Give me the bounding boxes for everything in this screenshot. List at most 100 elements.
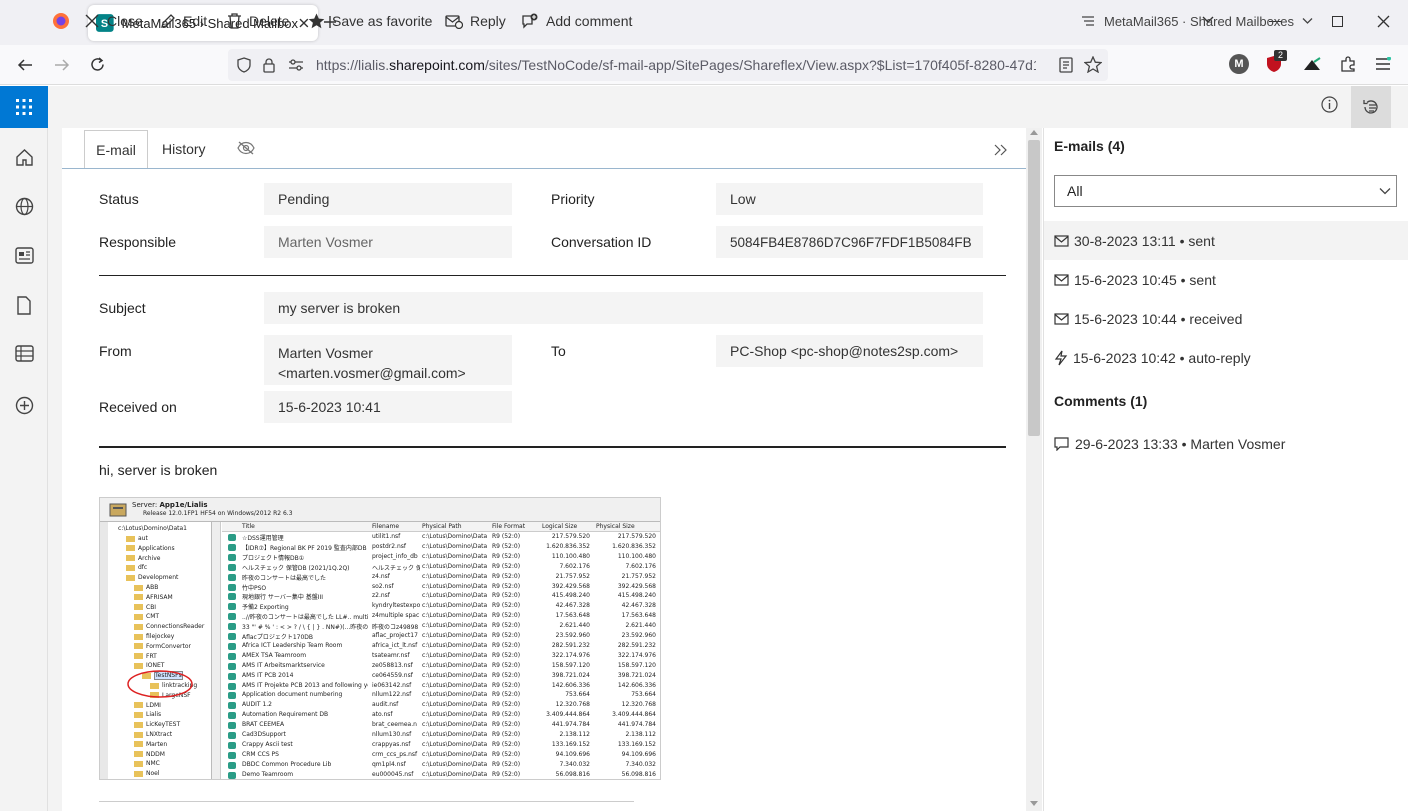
- home-icon[interactable]: [15, 148, 34, 167]
- from-label: From: [99, 343, 132, 359]
- close-icon: [85, 14, 99, 28]
- profile-avatar[interactable]: M: [1229, 54, 1249, 74]
- database-icon: [228, 692, 236, 700]
- tab-email[interactable]: E-mail: [84, 130, 148, 168]
- folder-icon: [134, 604, 143, 611]
- database-icon: [228, 613, 236, 621]
- responsible-field[interactable]: Marten Vosmer: [264, 226, 512, 258]
- info-icon[interactable]: [1321, 96, 1338, 113]
- database-icon: [228, 662, 236, 670]
- close-window-icon[interactable]: [1377, 15, 1390, 28]
- table-row: 現地銀行 サーバー集中 基盤III z2.nsf c:\Lotus\Domino\D…: [222, 592, 660, 601]
- reader-view-icon[interactable]: [1059, 57, 1073, 73]
- permissions-icon[interactable]: [288, 58, 304, 72]
- subject-field[interactable]: my server is broken: [264, 292, 983, 324]
- to-field[interactable]: PC-Shop <pc-shop@notes2sp.com>: [716, 335, 983, 367]
- app-launcher-icon[interactable]: [0, 86, 48, 128]
- table-row: Crappy Ascii test crappyas.nsf c:\Lotus\Do…: [222, 741, 660, 750]
- folder-icon: [134, 643, 143, 650]
- folder-icon: [126, 574, 135, 581]
- scrollbar-thumb[interactable]: [1028, 140, 1040, 436]
- scroll-down-arrow-icon[interactable]: [1030, 801, 1038, 806]
- database-icon: [228, 633, 236, 640]
- tree-folder: LDMI: [134, 702, 161, 709]
- tree-folder: ConnectionsReader: [134, 623, 204, 630]
- folder-icon: [134, 711, 143, 718]
- save-as-favorite-button[interactable]: Save as favorite: [308, 0, 432, 42]
- globe-icon[interactable]: [15, 197, 34, 216]
- maximize-icon[interactable]: [1332, 16, 1343, 27]
- hidden-eye-icon[interactable]: [237, 141, 255, 155]
- chevron-down-icon: [1302, 18, 1313, 24]
- tree-folder: dfc: [126, 564, 147, 571]
- server-line: Server: App1e/Lialis: [132, 501, 208, 509]
- table-column-header: Filename: [372, 523, 400, 530]
- database-icon: [228, 712, 236, 720]
- extensions-puzzle-icon[interactable]: [1339, 55, 1357, 73]
- scroll-up-arrow-icon[interactable]: [1030, 130, 1038, 135]
- reply-button[interactable]: Reply: [445, 0, 506, 42]
- firefox-icon[interactable]: [52, 12, 70, 30]
- page-icon[interactable]: [16, 296, 32, 315]
- tree-folder: FRT: [134, 653, 157, 660]
- tree-root: c:\Lotus\Domino\Data1: [118, 525, 187, 532]
- table-row: Automation Requirement DB ato.nsf c:\Lotus…: [222, 711, 660, 720]
- extension-icon[interactable]: [1302, 56, 1322, 74]
- table-row: AMS IT Projekte PCB 2013 and following y…: [222, 682, 660, 691]
- conversation-id-label: Conversation ID: [551, 234, 652, 250]
- email-item[interactable]: 15-6-2023 10:44 • received: [1054, 311, 1242, 327]
- back-arrow-icon[interactable]: [16, 57, 34, 73]
- table-row: 予備2 Exporting kyndryltestexpo c:\Lotus\Dom…: [222, 602, 660, 611]
- tab-history[interactable]: History: [162, 130, 206, 168]
- email-item[interactable]: 15-6-2023 10:42 • auto-reply: [1054, 350, 1251, 366]
- pencil-icon: [161, 14, 175, 28]
- browser-toolbar: https://lialis.sharepoint.com/sites/Test…: [0, 45, 1408, 85]
- table-column-header: Logical Size: [542, 523, 578, 530]
- app-menu-icon[interactable]: [1375, 57, 1391, 71]
- received-on-field[interactable]: 15-6-2023 10:41: [264, 391, 512, 423]
- delete-button[interactable]: Delete: [227, 0, 289, 42]
- table-row: 【IDR⑦】Regional BK PF 2019 監査内部DB postdr2.…: [222, 543, 660, 552]
- email-item[interactable]: 15-6-2023 10:45 • sent: [1054, 272, 1216, 288]
- from-name: Marten Vosmer: [278, 345, 373, 361]
- tree-folder: Archive: [126, 555, 160, 562]
- news-icon[interactable]: [15, 247, 34, 264]
- status-field[interactable]: Pending: [264, 183, 512, 215]
- from-field[interactable]: Marten Vosmer <marten.vosmer@gmail.com>: [264, 335, 512, 385]
- table-row: 33 "' # % ' : < > ? / \ { | } . NN#)(...…: [222, 622, 660, 631]
- toggle-side-panel-button[interactable]: [1351, 86, 1391, 128]
- lock-icon[interactable]: [262, 57, 276, 73]
- priority-field[interactable]: Low: [716, 183, 983, 215]
- image-server-header: Server: App1e/Lialis Release 12.0.1FP1 H…: [100, 498, 660, 522]
- image-side-strip: [100, 522, 108, 779]
- bookmark-star-icon[interactable]: [1084, 56, 1102, 73]
- shield-icon[interactable]: [236, 57, 252, 73]
- add-circle-icon[interactable]: [15, 396, 34, 415]
- close-button[interactable]: Close: [84, 0, 143, 42]
- table-row: Africa ICT Leadership Team Room africa_ic…: [222, 642, 660, 651]
- database-icon: [228, 751, 236, 759]
- table-row: Application document numbering nllum122.n…: [222, 691, 660, 700]
- conversation-id-field[interactable]: 5084FB4E8786D7C96F7FDF1B5084FB: [716, 226, 983, 258]
- breadcrumb[interactable]: MetaMail365 · Shared Mailboxes: [1081, 0, 1320, 42]
- url-bar[interactable]: https://lialis.sharepoint.com/sites/Test…: [228, 49, 1108, 81]
- database-icon: [228, 543, 236, 551]
- expand-chevrons-icon[interactable]: [993, 144, 1009, 156]
- folder-icon: [134, 751, 143, 758]
- list-icon[interactable]: [15, 345, 34, 362]
- folder-icon: [134, 702, 143, 709]
- email-filter-dropdown[interactable]: All: [1054, 175, 1397, 207]
- email-body-text: hi, server is broken: [99, 462, 218, 478]
- table-row: BRAT CEEMEA brat_ceemea.n c:\Lotus\Domino\…: [222, 721, 660, 730]
- folder-icon: [134, 633, 143, 640]
- reload-icon[interactable]: [89, 56, 106, 73]
- forward-arrow-icon[interactable]: [53, 57, 71, 73]
- folder-icon: [126, 564, 135, 571]
- tab-underline: [62, 168, 1026, 169]
- email-item[interactable]: 30-8-2023 13:11 • sent: [1054, 233, 1215, 249]
- edit-button[interactable]: Edit: [160, 0, 207, 42]
- comment-item[interactable]: 29-6-2023 13:33 • Marten Vosmer: [1054, 436, 1285, 452]
- url-text[interactable]: https://lialis.sharepoint.com/sites/Test…: [316, 57, 1036, 73]
- add-comment-button[interactable]: Add comment: [521, 0, 632, 42]
- history-panel-icon: [1363, 100, 1378, 114]
